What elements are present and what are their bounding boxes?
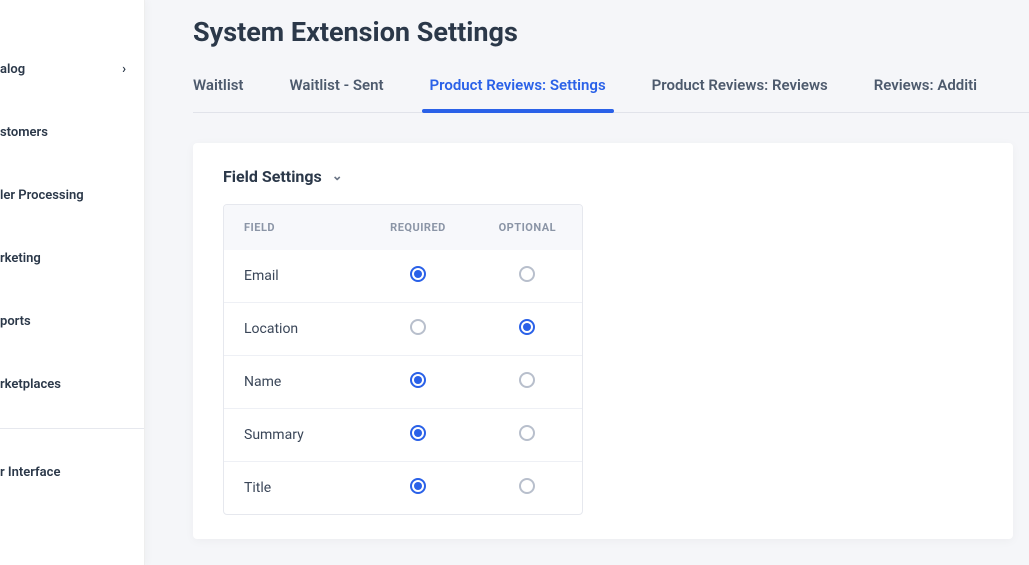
panel-header-toggle[interactable]: Field Settings ⌄: [223, 167, 983, 186]
sidebar-item-label: r Interface: [0, 465, 60, 480]
table-row: Location: [224, 302, 582, 355]
sidebar-item-marketing[interactable]: rketing: [0, 239, 144, 278]
tab-waitlist[interactable]: Waitlist: [193, 76, 243, 112]
radio-required[interactable]: [410, 266, 426, 282]
tab-product-reviews-reviews[interactable]: Product Reviews: Reviews: [652, 76, 828, 112]
sidebar-item-catalog[interactable]: alog ›: [0, 50, 144, 89]
radio-optional[interactable]: [519, 425, 535, 441]
field-label: Summary: [224, 427, 363, 443]
sidebar-item-label: rketplaces: [0, 377, 61, 392]
table-row: Title: [224, 461, 582, 514]
col-header-required: Required: [363, 221, 472, 234]
main-content: System Extension Settings Waitlist Waitl…: [145, 0, 1029, 565]
table-row: Name: [224, 355, 582, 408]
sidebar-item-label: ler Processing: [0, 188, 84, 203]
field-label: Location: [224, 321, 363, 337]
field-label: Email: [224, 268, 363, 284]
field-label: Title: [224, 480, 363, 496]
sidebar-divider: [0, 428, 144, 429]
sidebar-item-order-processing[interactable]: ler Processing: [0, 176, 144, 215]
tab-reviews-additional[interactable]: Reviews: Additi: [874, 76, 977, 112]
tabs: Waitlist Waitlist - Sent Product Reviews…: [193, 76, 1029, 113]
radio-optional[interactable]: [519, 478, 535, 494]
radio-required[interactable]: [410, 478, 426, 494]
radio-optional[interactable]: [519, 266, 535, 282]
table-row: Email: [224, 250, 582, 302]
radio-required[interactable]: [410, 319, 426, 335]
radio-optional[interactable]: [519, 372, 535, 388]
sidebar-item-user-interface[interactable]: r Interface: [0, 453, 144, 492]
tab-product-reviews-settings[interactable]: Product Reviews: Settings: [430, 76, 606, 112]
sidebar-item-label: stomers: [0, 125, 48, 140]
col-header-field: Field: [224, 221, 363, 234]
settings-panel: Field Settings ⌄ Field Required Optional…: [193, 143, 1013, 539]
field-label: Name: [224, 374, 363, 390]
radio-required[interactable]: [410, 425, 426, 441]
sidebar-item-reports[interactable]: ports: [0, 302, 144, 341]
radio-optional[interactable]: [519, 319, 535, 335]
chevron-down-icon: ⌄: [332, 169, 343, 184]
chevron-right-icon: ›: [122, 62, 126, 77]
field-settings-table: Field Required Optional Email Location N…: [223, 204, 583, 515]
sidebar-item-label: ports: [0, 314, 31, 329]
sidebar-item-customers[interactable]: stomers: [0, 113, 144, 152]
table-row: Summary: [224, 408, 582, 461]
sidebar-item-label: rketing: [0, 251, 41, 266]
table-header: Field Required Optional: [224, 205, 582, 250]
radio-required[interactable]: [410, 372, 426, 388]
panel-title: Field Settings: [223, 167, 322, 186]
sidebar: alog › stomers ler Processing rketing po…: [0, 0, 145, 565]
col-header-optional: Optional: [473, 221, 582, 234]
sidebar-item-marketplaces[interactable]: rketplaces: [0, 365, 144, 404]
page-title: System Extension Settings: [193, 16, 1029, 48]
tab-waitlist-sent[interactable]: Waitlist - Sent: [289, 76, 383, 112]
sidebar-item-label: alog: [0, 62, 25, 77]
